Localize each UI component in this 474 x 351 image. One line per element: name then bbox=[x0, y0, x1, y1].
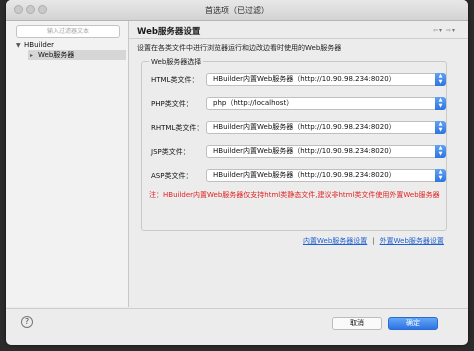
external-server-settings-link[interactable]: 外置Web服务器设置 bbox=[380, 237, 444, 245]
title-bar: 首选项（已过滤） bbox=[6, 0, 468, 21]
select-value: HBuilder内置Web服务器（http://10.90.98.234:802… bbox=[213, 147, 396, 155]
server-settings-links: 内置Web服务器设置 | 外置Web服务器设置 bbox=[303, 236, 444, 246]
select-value: HBuilder内置Web服务器（http://10.90.98.234:802… bbox=[213, 75, 396, 83]
footer-divider bbox=[6, 308, 468, 309]
asp-server-label: ASP类文件： bbox=[151, 172, 193, 180]
warning-note: 注：HBuilder内置Web服务器仅支持html类静态文件,建议非html类文… bbox=[149, 191, 440, 199]
html-server-select[interactable]: HBuilder内置Web服务器（http://10.90.98.234:802… bbox=[206, 73, 446, 86]
tree-item-label: Web服务器 bbox=[38, 51, 75, 59]
preferences-tree: ▼ HBuilder ▸ Web服务器 bbox=[16, 40, 126, 60]
tree-item-hbuilder[interactable]: ▼ HBuilder bbox=[16, 40, 126, 50]
jsp-server-select[interactable]: HBuilder内置Web服务器（http://10.90.98.234:802… bbox=[206, 145, 446, 158]
updown-chevron-icon: ▲ ▼ bbox=[435, 97, 446, 110]
jsp-server-row: JSP类文件： HBuilder内置Web服务器（http://10.90.98… bbox=[151, 145, 449, 159]
expanded-triangle-icon[interactable]: ▼ bbox=[16, 41, 24, 51]
updown-chevron-icon: ▲ ▼ bbox=[435, 73, 446, 86]
header-divider bbox=[129, 38, 468, 39]
tree-item-web-server[interactable]: ▸ Web服务器 bbox=[28, 50, 126, 60]
forward-arrow-icon[interactable]: ⇨▾ bbox=[446, 27, 456, 34]
updown-chevron-icon: ▲ ▼ bbox=[435, 169, 446, 182]
select-value: HBuilder内置Web服务器（http://10.90.98.234:802… bbox=[213, 123, 396, 131]
asp-server-select[interactable]: HBuilder内置Web服务器（http://10.90.98.234:802… bbox=[206, 169, 446, 182]
preferences-window: 首选项（已过滤） 输入过滤器文本 ▼ HBuilder ▸ Web服务器 Web服务… bbox=[6, 0, 468, 345]
cancel-button[interactable]: 取消 bbox=[332, 317, 382, 330]
filter-input[interactable]: 输入过滤器文本 bbox=[16, 25, 120, 38]
jsp-server-label: JSP类文件： bbox=[151, 148, 190, 156]
rhtml-server-select[interactable]: HBuilder内置Web服务器（http://10.90.98.234:802… bbox=[206, 121, 446, 134]
ok-button[interactable]: 确定 bbox=[388, 317, 438, 330]
updown-chevron-icon: ▲ ▼ bbox=[435, 121, 446, 134]
rhtml-server-label: RHTML类文件： bbox=[151, 124, 204, 132]
php-server-row: PHP类文件： php（http://localhost） ▲ ▼ bbox=[151, 97, 449, 111]
rhtml-server-row: RHTML类文件： HBuilder内置Web服务器（http://10.90.… bbox=[151, 121, 449, 135]
settings-pane: Web服务器设置 ⇦▾ ⇨▾ 设置在各类文件中进行浏览器运行和边改边看时使用的W… bbox=[129, 21, 468, 307]
html-server-row: HTML类文件： HBuilder内置Web服务器（http://10.90.9… bbox=[151, 73, 449, 87]
window-title: 首选项（已过滤） bbox=[205, 6, 269, 15]
help-icon[interactable]: ? bbox=[21, 316, 33, 328]
asp-server-row: ASP类文件： HBuilder内置Web服务器（http://10.90.98… bbox=[151, 169, 449, 183]
preferences-tree-pane: 输入过滤器文本 ▼ HBuilder ▸ Web服务器 bbox=[6, 21, 129, 307]
html-server-label: HTML类文件： bbox=[151, 76, 199, 84]
page-description: 设置在各类文件中进行浏览器运行和边改边看时使用的Web服务器 bbox=[137, 44, 342, 52]
back-arrow-icon[interactable]: ⇦▾ bbox=[433, 27, 443, 34]
page-title: Web服务器设置 bbox=[137, 27, 201, 37]
updown-chevron-icon: ▲ ▼ bbox=[435, 145, 446, 158]
link-separator: | bbox=[372, 237, 375, 245]
leaf-triangle-icon: ▸ bbox=[30, 52, 34, 59]
tree-item-label: HBuilder bbox=[24, 41, 55, 49]
group-title: Web服务器选择 bbox=[149, 57, 204, 67]
page-navigation: ⇦▾ ⇨▾ bbox=[433, 27, 456, 34]
php-server-select[interactable]: php（http://localhost） ▲ ▼ bbox=[206, 97, 446, 110]
select-value: php（http://localhost） bbox=[213, 99, 294, 107]
select-value: HBuilder内置Web服务器（http://10.90.98.234:802… bbox=[213, 171, 396, 179]
php-server-label: PHP类文件： bbox=[151, 100, 193, 108]
builtin-server-settings-link[interactable]: 内置Web服务器设置 bbox=[303, 237, 367, 245]
